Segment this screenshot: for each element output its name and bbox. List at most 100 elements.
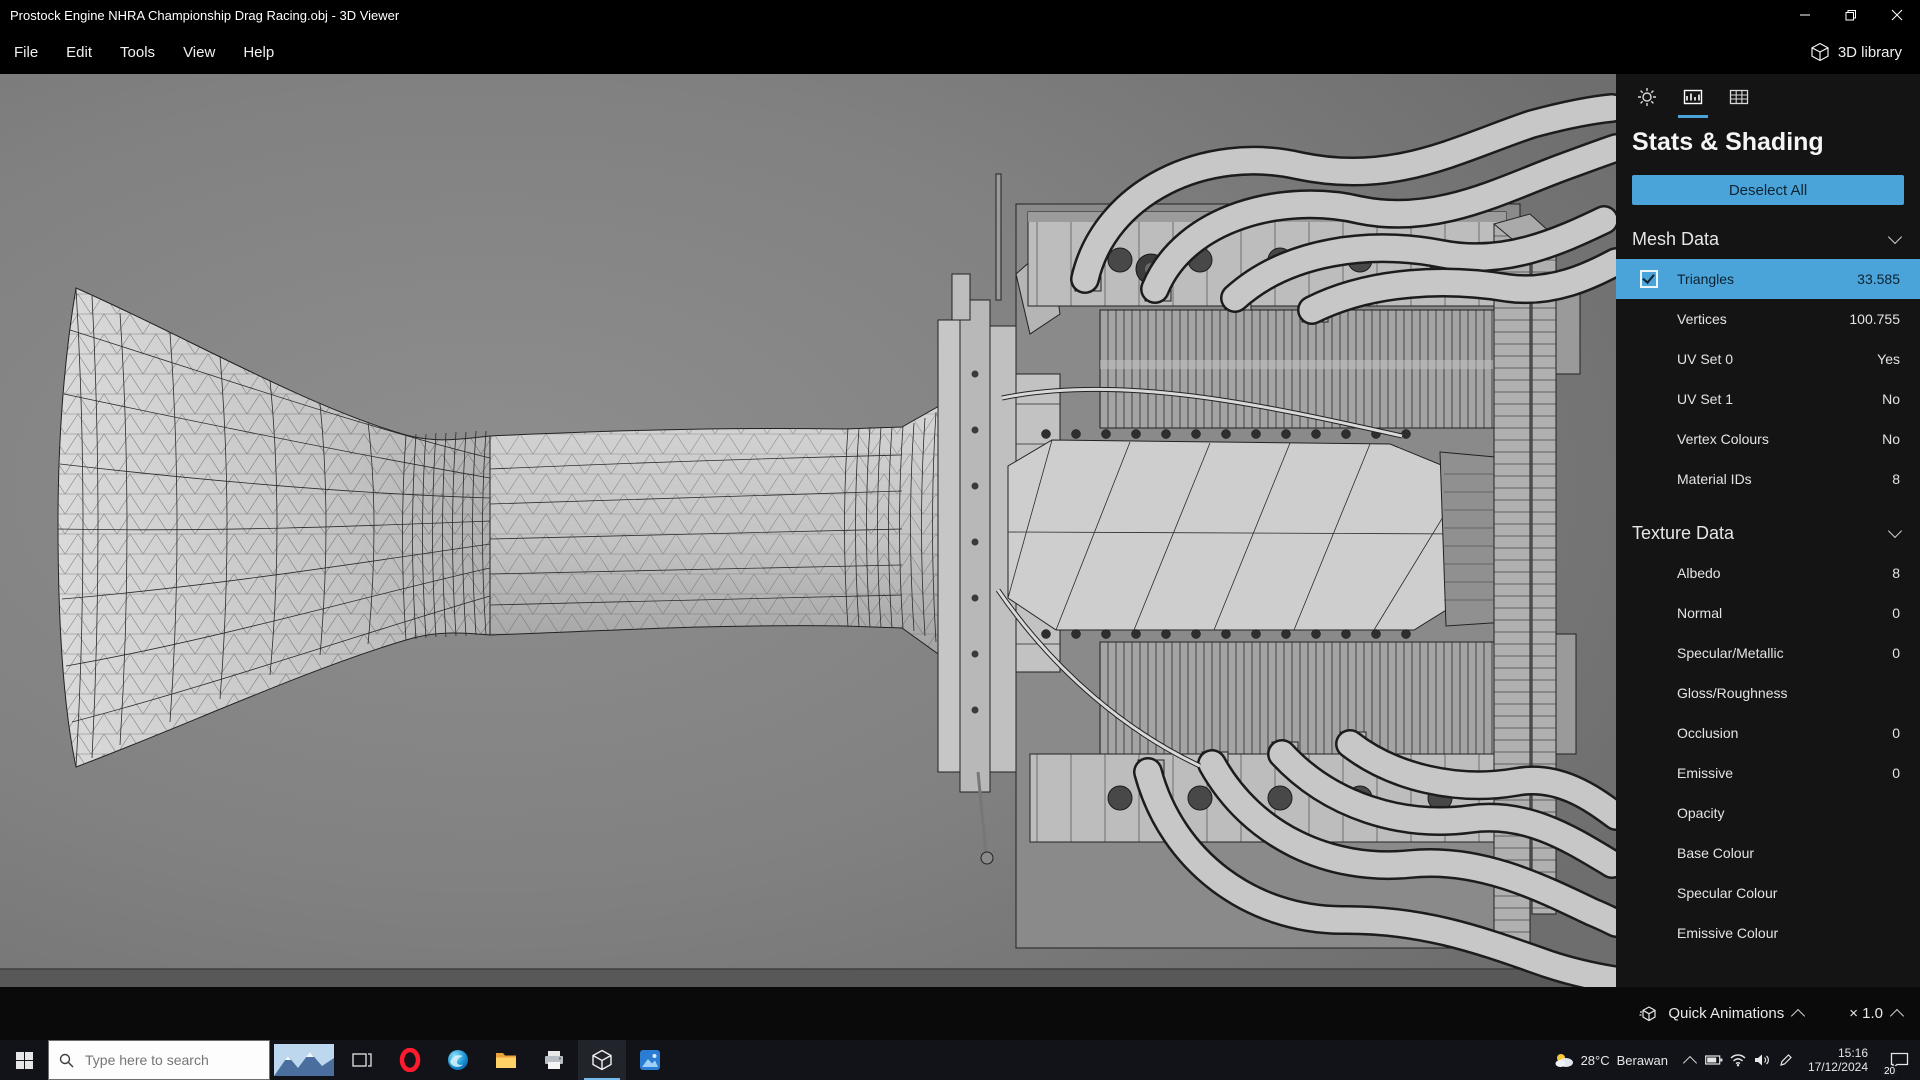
menu-tools[interactable]: Tools bbox=[106, 30, 169, 74]
section-label: Mesh Data bbox=[1632, 228, 1720, 249]
speaker-icon bbox=[1754, 1054, 1769, 1066]
network-tray-icon[interactable] bbox=[1726, 1040, 1750, 1080]
section-header-mesh-data[interactable]: Mesh Data bbox=[1616, 219, 1920, 259]
opera-app-button[interactable] bbox=[386, 1040, 434, 1080]
stat-value: 100.755 bbox=[1849, 311, 1900, 327]
folder-icon bbox=[496, 1053, 516, 1068]
show-hidden-icons-button[interactable] bbox=[1678, 1040, 1702, 1080]
stat-value: No bbox=[1882, 391, 1900, 407]
menu-view[interactable]: View bbox=[169, 30, 229, 74]
volume-tray-icon[interactable] bbox=[1750, 1040, 1774, 1080]
menu-bar: File Edit Tools View Help 3D library bbox=[0, 30, 1920, 74]
news-widget-thumbnail[interactable] bbox=[270, 1040, 338, 1080]
file-explorer-app-button[interactable] bbox=[482, 1040, 530, 1080]
stat-row-occlusion[interactable]: Occlusion 0 bbox=[1616, 713, 1920, 753]
stat-row-material-ids[interactable]: Material IDs 8 bbox=[1616, 459, 1920, 499]
minimize-button[interactable] bbox=[1782, 0, 1828, 30]
close-icon bbox=[1891, 9, 1903, 21]
deselect-all-button[interactable]: Deselect All bbox=[1632, 175, 1904, 205]
stat-row-emissive[interactable]: Emissive 0 bbox=[1616, 753, 1920, 793]
system-tray: 28°C Berawan 15:16 17/12/2024 20 bbox=[1544, 1040, 1920, 1080]
weather-temp: 28°C bbox=[1580, 1052, 1610, 1068]
section-label: Texture Data bbox=[1632, 522, 1735, 543]
stat-label: Vertices bbox=[1677, 311, 1727, 327]
task-view-button[interactable] bbox=[338, 1040, 386, 1080]
pen-tray-icon[interactable] bbox=[1774, 1040, 1798, 1080]
stat-row-specular-colour[interactable]: Specular Colour bbox=[1616, 873, 1920, 913]
viewport-3d[interactable] bbox=[0, 74, 1616, 987]
tab-stats-shading[interactable] bbox=[1676, 86, 1710, 118]
close-button[interactable] bbox=[1874, 0, 1920, 30]
chevron-up-icon bbox=[1791, 1008, 1806, 1024]
start-button[interactable] bbox=[0, 1040, 48, 1080]
stat-row-specular-metallic[interactable]: Specular/Metallic 0 bbox=[1616, 633, 1920, 673]
stat-row-uv-set-1[interactable]: UV Set 1 No bbox=[1616, 379, 1920, 419]
stat-label: Emissive Colour bbox=[1677, 925, 1779, 941]
minimize-icon bbox=[1800, 14, 1810, 16]
action-center-button[interactable]: 20 bbox=[1878, 1040, 1920, 1080]
stat-value: 0 bbox=[1892, 605, 1900, 621]
stats-chart-icon bbox=[1683, 89, 1703, 105]
quick-animations-control[interactable]: Quick Animations bbox=[1639, 1004, 1806, 1024]
taskbar-search[interactable] bbox=[48, 1040, 270, 1080]
menu-help[interactable]: Help bbox=[229, 30, 288, 74]
wifi-icon bbox=[1730, 1054, 1746, 1067]
checkbox-checked[interactable] bbox=[1640, 270, 1658, 288]
menu-file[interactable]: File bbox=[0, 30, 52, 74]
tab-environment[interactable] bbox=[1630, 86, 1664, 118]
stat-row-base-colour[interactable]: Base Colour bbox=[1616, 833, 1920, 873]
animation-scale-control[interactable]: × 1.0 bbox=[1849, 1005, 1905, 1024]
stat-label: Gloss/Roughness bbox=[1677, 685, 1788, 701]
battery-icon bbox=[1705, 1055, 1723, 1065]
tab-grid[interactable] bbox=[1722, 86, 1756, 118]
3d-viewer-cube-icon bbox=[592, 1049, 612, 1071]
photos-app-button[interactable] bbox=[626, 1040, 674, 1080]
chevron-down-icon bbox=[1887, 229, 1903, 244]
edge-app-button[interactable] bbox=[434, 1040, 482, 1080]
printer-app-button[interactable] bbox=[530, 1040, 578, 1080]
weather-widget[interactable]: 28°C Berawan bbox=[1544, 1052, 1678, 1068]
stat-value: Yes bbox=[1877, 351, 1900, 367]
stat-label: Opacity bbox=[1677, 805, 1725, 821]
stat-row-vertices[interactable]: Vertices 100.755 bbox=[1616, 299, 1920, 339]
stat-value: 0 bbox=[1892, 765, 1900, 781]
section-header-texture-data[interactable]: Texture Data bbox=[1616, 513, 1920, 553]
stats-shading-panel: Stats & Shading Deselect All Mesh Data T… bbox=[1616, 74, 1920, 987]
bottom-bar: Quick Animations × 1.0 bbox=[0, 987, 1920, 1040]
3d-library-button[interactable]: 3D library bbox=[1810, 42, 1920, 62]
weather-condition: Berawan bbox=[1616, 1052, 1668, 1068]
stat-row-triangles[interactable]: Triangles 33.585 bbox=[1616, 259, 1920, 299]
panel-title: Stats & Shading bbox=[1632, 128, 1824, 156]
stat-value: 33.585 bbox=[1857, 271, 1900, 287]
stat-row-albedo[interactable]: Albedo 8 bbox=[1616, 553, 1920, 593]
taskbar-clock[interactable]: 15:16 17/12/2024 bbox=[1798, 1046, 1878, 1074]
clock-date: 17/12/2024 bbox=[1807, 1060, 1868, 1074]
menu-edit[interactable]: Edit bbox=[52, 30, 106, 74]
search-input[interactable] bbox=[83, 1051, 257, 1069]
weather-cloud-icon bbox=[1555, 1054, 1573, 1067]
grid-table-icon bbox=[1729, 89, 1749, 105]
sun-icon bbox=[1638, 88, 1656, 106]
stat-label: Vertex Colours bbox=[1677, 431, 1769, 447]
stat-row-opacity[interactable]: Opacity bbox=[1616, 793, 1920, 833]
stat-row-normal[interactable]: Normal 0 bbox=[1616, 593, 1920, 633]
main-area: Stats & Shading Deselect All Mesh Data T… bbox=[0, 74, 1920, 987]
chevron-up-icon bbox=[1889, 1008, 1905, 1024]
notification-badge: 20 bbox=[1882, 1066, 1898, 1077]
quick-animations-label: Quick Animations bbox=[1668, 1005, 1785, 1022]
pen-icon bbox=[1780, 1054, 1792, 1066]
stat-label: UV Set 0 bbox=[1677, 351, 1734, 367]
stat-row-gloss-roughness[interactable]: Gloss/Roughness bbox=[1616, 673, 1920, 713]
opera-icon bbox=[399, 1048, 421, 1072]
battery-tray-icon[interactable] bbox=[1702, 1040, 1726, 1080]
taskbar: 28°C Berawan bbox=[0, 1040, 1920, 1080]
restore-button[interactable] bbox=[1828, 0, 1874, 30]
stat-value: 0 bbox=[1892, 645, 1900, 661]
3d-viewer-app-button[interactable] bbox=[578, 1040, 626, 1080]
stat-label: Normal bbox=[1677, 605, 1723, 621]
stat-label: Emissive bbox=[1677, 765, 1734, 781]
stat-row-vertex-colours[interactable]: Vertex Colours No bbox=[1616, 419, 1920, 459]
stat-value: 0 bbox=[1892, 725, 1900, 741]
stat-row-uv-set-0[interactable]: UV Set 0 Yes bbox=[1616, 339, 1920, 379]
stat-row-emissive-colour[interactable]: Emissive Colour bbox=[1616, 913, 1920, 953]
